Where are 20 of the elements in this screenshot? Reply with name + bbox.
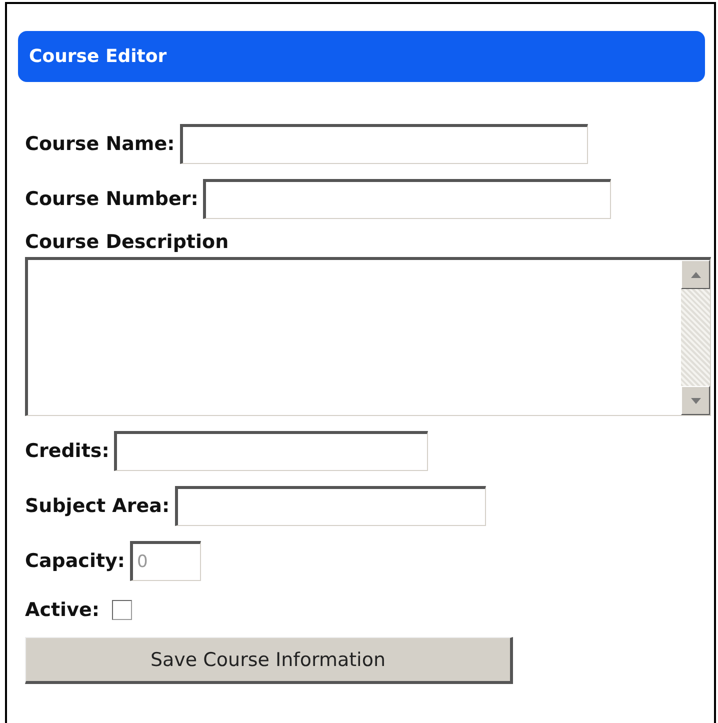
field-label: Course Description xyxy=(25,231,229,253)
field-label: Active: xyxy=(25,599,100,621)
field-label: Credits: xyxy=(25,440,110,462)
input-field[interactable] xyxy=(114,430,428,470)
panel-header: Course Editor xyxy=(18,31,705,82)
input-field[interactable] xyxy=(180,124,588,164)
scroll-down-button[interactable] xyxy=(681,386,710,415)
field-label: Subject Area: xyxy=(25,494,170,516)
down-arrow-icon xyxy=(690,396,702,404)
field-label: Capacity: xyxy=(25,550,126,572)
scroll-up-button[interactable] xyxy=(681,260,710,289)
field-label: Course Number: xyxy=(25,188,198,210)
input-field[interactable] xyxy=(174,486,486,526)
field-label: Course Name: xyxy=(25,132,175,154)
checkbox[interactable] xyxy=(112,600,132,620)
input-field[interactable]: 0 xyxy=(130,540,202,580)
save-button[interactable]: Save Course Information xyxy=(25,637,513,684)
text-area[interactable] xyxy=(25,257,711,416)
up-arrow-icon xyxy=(690,270,702,278)
input-field[interactable] xyxy=(203,178,612,218)
